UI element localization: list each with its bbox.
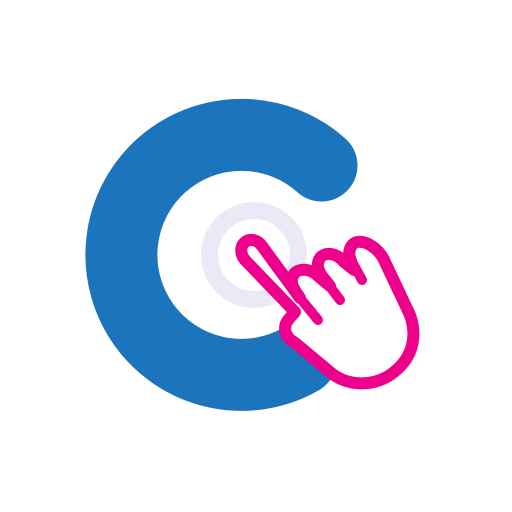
- tap-logo-graphic: [85, 98, 420, 411]
- app-logo: [0, 0, 512, 512]
